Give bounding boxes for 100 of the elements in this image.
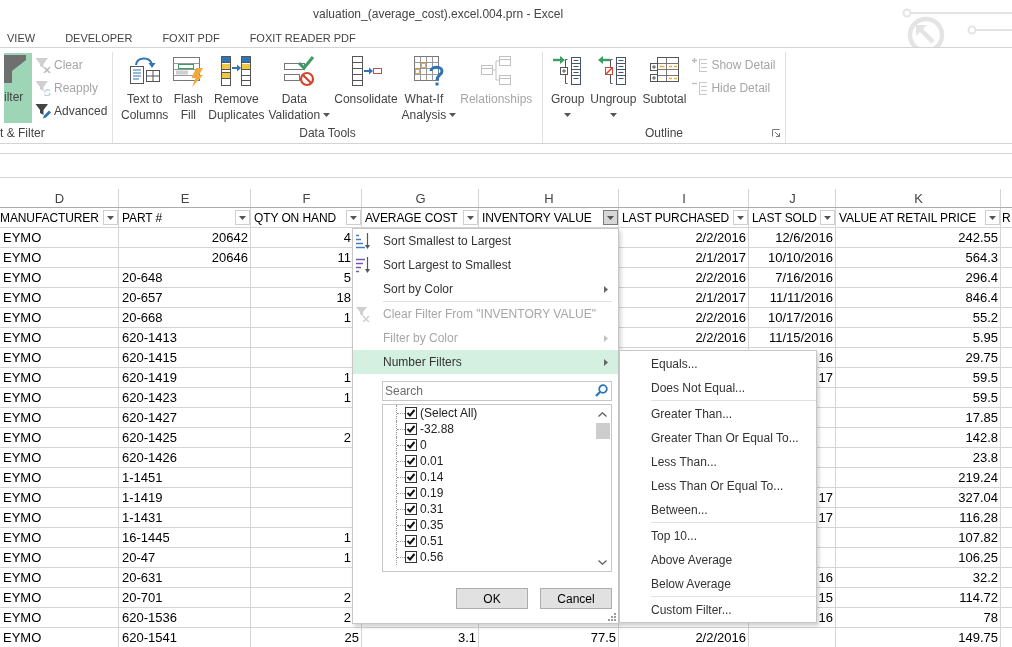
- cell-value: 17: [818, 490, 833, 505]
- filter-dropdown-button[interactable]: [603, 210, 618, 225]
- checkbox-label[interactable]: 0.01: [420, 454, 444, 468]
- checkbox[interactable]: [405, 455, 417, 467]
- ribbon-tab[interactable]: VIEW: [0, 27, 51, 47]
- checkbox-label[interactable]: 0.35: [420, 518, 444, 532]
- checkbox[interactable]: [405, 423, 417, 435]
- column-header[interactable]: J: [749, 189, 836, 208]
- ribbon-button[interactable]: Remove Duplicates: [206, 53, 267, 123]
- column-title: INVENTORY VALUE: [482, 210, 592, 225]
- column-header[interactable]: K: [836, 189, 1001, 208]
- column-header[interactable]: F: [251, 189, 362, 208]
- chevron-up-icon: [598, 412, 607, 417]
- ribbon-button[interactable]: Group: [549, 53, 587, 123]
- checkbox-label[interactable]: -32.88: [420, 422, 455, 436]
- submenu-arrow-icon: [604, 334, 608, 342]
- column-title: PART #: [122, 210, 163, 225]
- funnel-x-icon: [356, 306, 370, 322]
- menu-item[interactable]: Sort by Color: [353, 277, 618, 301]
- menu-item[interactable]: Equals...: [620, 352, 816, 376]
- checkbox-label[interactable]: (Select All): [420, 406, 478, 420]
- ribbon-button[interactable]: Text to Columns: [119, 53, 171, 123]
- ribbon-tab[interactable]: DEVELOPER: [50, 27, 148, 47]
- ribbon-button[interactable]: Advanced: [33, 99, 110, 122]
- menu-item[interactable]: Above Average: [620, 548, 816, 572]
- column-title: QTY ON HAND: [254, 210, 337, 225]
- cell-value: 4: [343, 230, 351, 245]
- cell-value: 2/2/2016: [695, 230, 746, 245]
- caret-icon: [564, 113, 572, 117]
- minus-lines-icon: [692, 79, 709, 96]
- menu-item[interactable]: Does Not Equal...: [620, 376, 816, 400]
- checkbox-label[interactable]: 0.14: [420, 470, 444, 484]
- menu-item[interactable]: Sort Smallest to Largest: [353, 229, 618, 253]
- column-header[interactable]: H: [479, 189, 619, 208]
- cell-value: 59.5: [972, 370, 998, 385]
- ribbon-button[interactable]: What-If Analysis: [399, 53, 459, 123]
- column-header[interactable]: G: [362, 189, 479, 208]
- menu-item[interactable]: Custom Filter...: [620, 596, 816, 622]
- cell-value: 2/2/2016: [695, 630, 746, 645]
- ribbon-button[interactable]: Flash Fill: [170, 53, 207, 123]
- ribbon-button[interactable]: Data Validation: [266, 53, 333, 123]
- cell-value: EYMO: [3, 310, 42, 325]
- checkbox-label[interactable]: 0.51: [420, 534, 444, 548]
- scrollbar-thumb[interactable]: [595, 423, 610, 439]
- submenu-arrow-icon: [604, 285, 608, 293]
- checkbox[interactable]: [405, 439, 417, 451]
- checkbox[interactable]: [405, 519, 417, 531]
- checkbox-label[interactable]: 0: [420, 438, 427, 452]
- checkbox[interactable]: [405, 551, 417, 563]
- checkbox[interactable]: [405, 503, 417, 515]
- cell-value: 2: [343, 590, 351, 605]
- cell-value: 620-1415: [122, 350, 177, 365]
- checkbox[interactable]: [405, 407, 417, 419]
- cell-value: 16: [818, 610, 833, 625]
- funnel-icon: [4, 55, 26, 83]
- caret-icon: [607, 215, 614, 220]
- menu-item[interactable]: Below Average: [620, 572, 816, 596]
- cell-value: 2/1/2017: [695, 250, 746, 265]
- menu-item[interactable]: Less Than...: [620, 450, 816, 474]
- caret-icon: [609, 113, 617, 117]
- cell-value: 20-657: [122, 290, 163, 305]
- ribbon-button[interactable]: Ungroup: [588, 53, 639, 123]
- dialog-button[interactable]: OK: [456, 588, 528, 609]
- cell-value: EYMO: [3, 330, 42, 345]
- checkbox-label[interactable]: 0.19: [420, 486, 444, 500]
- checkbox-label[interactable]: 0.56: [420, 550, 444, 564]
- cell-value: 142.8: [965, 430, 998, 445]
- cell-value: 327.04: [958, 490, 998, 505]
- menu-item[interactable]: Greater Than Or Equal To...: [620, 426, 816, 450]
- ribbon-tab[interactable]: FOXIT PDF: [147, 27, 235, 47]
- column-header[interactable]: E: [119, 189, 251, 208]
- search-field[interactable]: Search: [382, 381, 612, 401]
- cell-value: 1: [343, 370, 351, 385]
- sort-descending-icon: [356, 257, 370, 273]
- ribbon-tab[interactable]: FOXIT READER PDF: [234, 27, 371, 47]
- checkbox-label[interactable]: 0.31: [420, 502, 444, 516]
- menu-item[interactable]: Between...: [620, 498, 816, 522]
- menu-item[interactable]: Greater Than...: [620, 400, 816, 426]
- ribbon-button[interactable]: Subtotal: [640, 53, 689, 123]
- cell-value: 2/2/2016: [695, 330, 746, 345]
- sort-ascending-icon: [356, 233, 370, 249]
- checkbox[interactable]: [405, 487, 417, 499]
- search-icon: [595, 384, 608, 397]
- dialog-launcher-icon[interactable]: [772, 129, 780, 137]
- menu-item[interactable]: Number Filters: [353, 350, 618, 374]
- menu-item[interactable]: Sort Largest to Smallest: [353, 253, 618, 277]
- cell-value: 5.95: [972, 330, 998, 345]
- checkbox[interactable]: [405, 535, 417, 547]
- column-header[interactable]: D: [0, 189, 119, 208]
- funnel-x-icon: [35, 56, 51, 73]
- column-header[interactable]: I: [619, 189, 749, 208]
- cell-value: EYMO: [3, 490, 42, 505]
- checkbox[interactable]: [405, 471, 417, 483]
- menu-item[interactable]: Top 10...: [620, 522, 816, 548]
- dialog-button[interactable]: Cancel: [540, 588, 612, 609]
- ribbon-button[interactable]: Consolidate: [332, 53, 400, 123]
- cell-value: 1-1419: [122, 490, 163, 505]
- ribbon-button[interactable]: ilter: [4, 53, 32, 123]
- menu-item[interactable]: Less Than Or Equal To...: [620, 474, 816, 498]
- cell-value: 219.24: [958, 470, 998, 485]
